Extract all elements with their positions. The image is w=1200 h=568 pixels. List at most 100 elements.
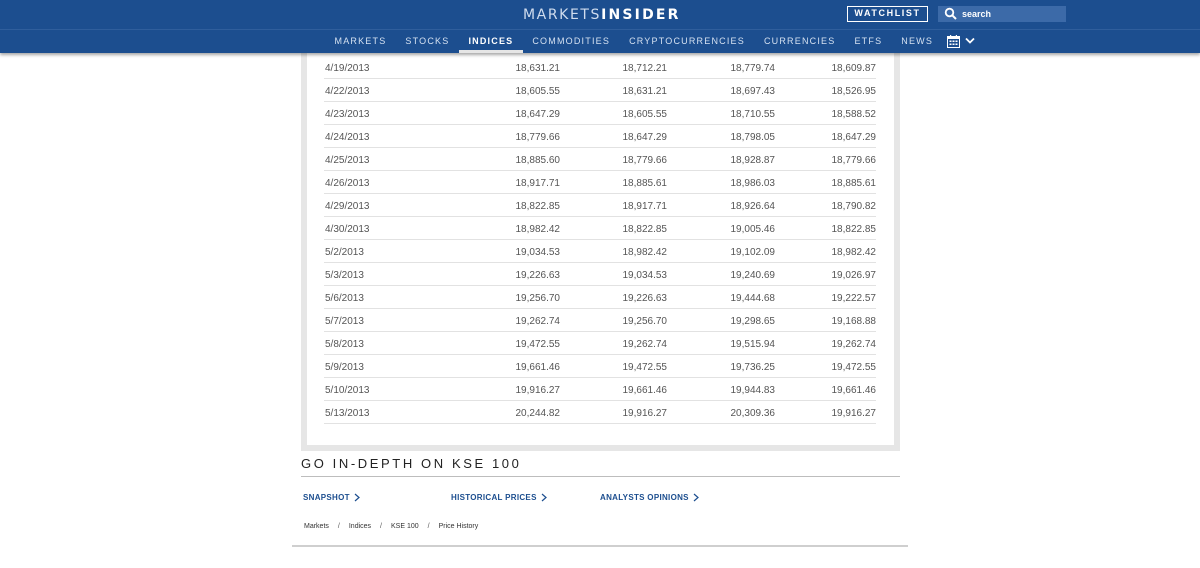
analysts-opinions-link[interactable]: ANALYSTS OPINIONS [600, 493, 699, 502]
value-cell: 18,982.42 [515, 224, 561, 235]
breadcrumb-indices[interactable]: Indices [349, 523, 371, 530]
breadcrumb-kse-100[interactable]: KSE 100 [391, 523, 419, 530]
value-cell: 19,916.27 [622, 408, 668, 419]
value-cell: 18,779.66 [515, 132, 561, 143]
value-cell: 18,928.87 [730, 155, 776, 166]
chevron-down-icon[interactable] [965, 37, 975, 45]
value-cell: 18,779.74 [730, 63, 776, 74]
breadcrumb-separator: / [427, 523, 430, 530]
value-cell: 19,472.55 [622, 362, 668, 373]
historical-prices-link-label: HISTORICAL PRICES [451, 493, 537, 502]
price-history-panel: 4/19/2013 18,631.21 18,712.21 18,779.74 18,6… [301, 40, 900, 451]
value-cell: 18,710.55 [730, 109, 776, 120]
snapshot-link[interactable]: SNAPSHOT [303, 493, 360, 502]
date-cell: 5/13/2013 [325, 408, 370, 419]
date-cell: 4/29/2013 [325, 201, 370, 212]
value-cell: 19,661.46 [622, 385, 668, 396]
value-cell: 19,444.68 [730, 293, 776, 304]
watchlist-button[interactable]: WATCHLIST [847, 6, 928, 22]
value-cell: 19,256.70 [622, 316, 668, 327]
indepth-title: GO IN-DEPTH ON KSE 100 [301, 456, 522, 471]
chevron-right-icon [693, 493, 699, 502]
value-cell: 18,605.55 [622, 109, 668, 120]
value-cell: 18,779.66 [622, 155, 668, 166]
search-box[interactable] [938, 6, 1066, 22]
value-cell: 19,515.94 [730, 339, 776, 350]
snapshot-link-label: SNAPSHOT [303, 493, 350, 502]
value-cell: 18,982.42 [622, 247, 668, 258]
table-row: 4/29/2013 18,822.85 18,917.71 18,926.64 18,7… [324, 194, 876, 217]
value-cell: 19,102.09 [730, 247, 776, 258]
value-cell: 18,609.87 [831, 63, 877, 74]
value-cell: 19,026.97 [831, 270, 877, 281]
value-cell: 18,631.21 [622, 86, 668, 97]
date-cell: 4/25/2013 [325, 155, 370, 166]
nav-stocks[interactable]: STOCKS [396, 30, 459, 53]
value-cell: 19,298.65 [730, 316, 776, 327]
value-cell: 18,822.85 [515, 201, 561, 212]
value-cell: 19,240.69 [730, 270, 776, 281]
table-row: 4/30/2013 18,982.42 18,822.85 19,005.46 18,8… [324, 217, 876, 240]
nav-markets[interactable]: MARKETS [325, 30, 396, 53]
search-icon[interactable] [944, 7, 958, 21]
value-cell: 19,736.25 [730, 362, 776, 373]
table-row: 5/8/2013 19,472.55 19,262.74 19,515.94 19,26… [324, 332, 876, 355]
value-cell: 18,885.60 [515, 155, 561, 166]
value-cell: 18,926.64 [730, 201, 776, 212]
value-cell: 19,472.55 [831, 362, 877, 373]
breadcrumb-price-history: Price History [438, 523, 479, 530]
nav-currencies[interactable]: CURRENCIES [754, 30, 845, 53]
chevron-right-icon [541, 493, 547, 502]
value-cell: 19,916.27 [515, 385, 561, 396]
value-cell: 18,822.85 [831, 224, 877, 235]
logo-insider: INSIDER [601, 7, 681, 23]
calendar-icon[interactable] [947, 35, 960, 48]
value-cell: 18,712.21 [622, 63, 668, 74]
table-row: 5/6/2013 19,256.70 19,226.63 19,444.68 19,22… [324, 286, 876, 309]
table-row: 5/3/2013 19,226.63 19,034.53 19,240.69 19,02… [324, 263, 876, 286]
value-cell: 19,916.27 [831, 408, 877, 419]
value-cell: 18,647.29 [622, 132, 668, 143]
value-cell: 19,256.70 [515, 293, 561, 304]
breadcrumb: Markets / Indices / KSE 100 / Price Hist… [304, 523, 478, 530]
nav-cryptocurrencies[interactable]: CRYPTOCURRENCIES [620, 30, 755, 53]
value-cell: 18,605.55 [515, 86, 561, 97]
table-row: 4/24/2013 18,779.66 18,647.29 18,798.05 18,6… [324, 125, 876, 148]
value-cell: 19,222.57 [831, 293, 877, 304]
value-cell: 19,661.46 [515, 362, 561, 373]
date-cell: 4/30/2013 [325, 224, 370, 235]
search-input[interactable] [962, 6, 1062, 22]
table-row: 4/22/2013 18,605.55 18,631.21 18,697.43 18,5… [324, 79, 876, 102]
historical-prices-link[interactable]: HISTORICAL PRICES [451, 493, 547, 502]
date-cell: 5/3/2013 [325, 270, 364, 281]
value-cell: 18,986.03 [730, 178, 776, 189]
site-logo[interactable]: MARKETSINSIDER [523, 7, 681, 23]
date-cell: 4/19/2013 [325, 63, 370, 74]
nav-news[interactable]: NEWS [892, 30, 943, 53]
value-cell: 19,226.63 [622, 293, 668, 304]
main-nav: MARKETS STOCKS INDICES COMMODITIES CRYPT… [325, 30, 943, 53]
value-cell: 19,262.74 [515, 316, 561, 327]
top-header: MARKETSINSIDER WATCHLIST MARKETS STOCKS … [0, 0, 1200, 53]
date-cell: 5/7/2013 [325, 316, 364, 327]
value-cell: 18,822.85 [622, 224, 668, 235]
nav-indices[interactable]: INDICES [458, 30, 523, 53]
table-row: 4/26/2013 18,917.71 18,885.61 18,986.03 18,8… [324, 171, 876, 194]
table-row: 4/23/2013 18,647.29 18,605.55 18,710.55 18,5… [324, 102, 876, 125]
table-row: 4/19/2013 18,631.21 18,712.21 18,779.74 18,6… [324, 56, 876, 79]
value-cell: 19,661.46 [831, 385, 877, 396]
value-cell: 19,168.88 [831, 316, 877, 327]
nav-etfs[interactable]: ETFS [845, 30, 892, 53]
date-cell: 5/9/2013 [325, 362, 364, 373]
value-cell: 18,526.95 [831, 86, 877, 97]
value-cell: 19,005.46 [730, 224, 776, 235]
nav-commodities[interactable]: COMMODITIES [523, 30, 620, 53]
date-cell: 5/10/2013 [325, 385, 370, 396]
value-cell: 18,647.29 [515, 109, 561, 120]
value-cell: 19,262.74 [622, 339, 668, 350]
value-cell: 18,798.05 [730, 132, 776, 143]
breadcrumb-markets[interactable]: Markets [304, 523, 329, 530]
table-row: 5/7/2013 19,262.74 19,256.70 19,298.65 19,16… [324, 309, 876, 332]
value-cell: 20,309.36 [730, 408, 776, 419]
value-cell: 18,917.71 [622, 201, 668, 212]
